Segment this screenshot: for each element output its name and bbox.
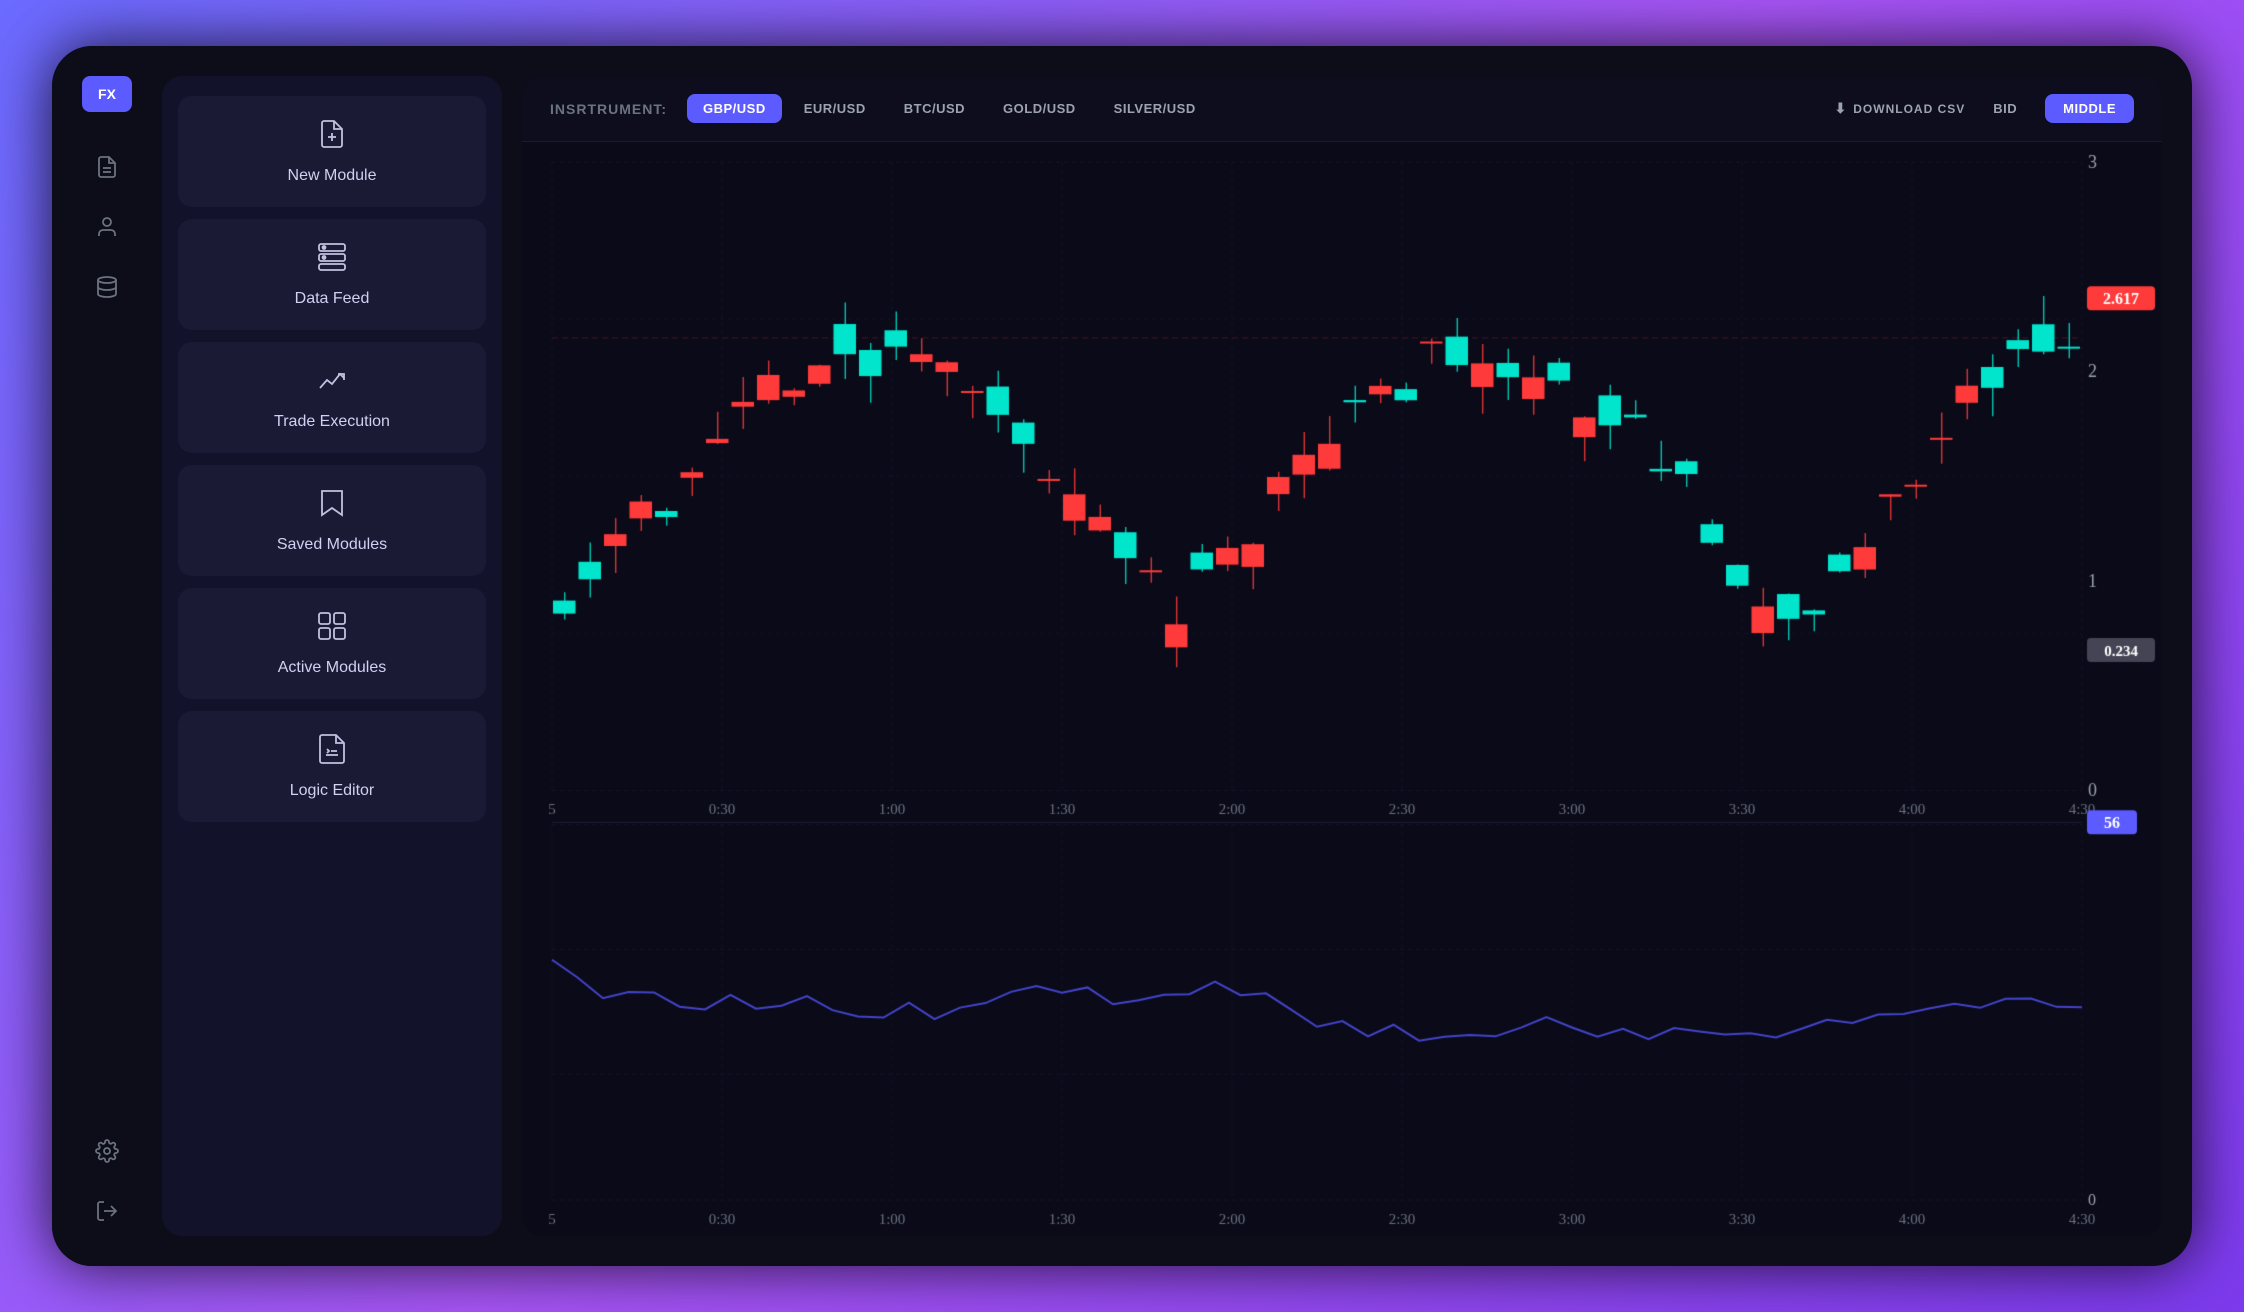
header-right: ⬇ DOWNLOAD CSV BID MIDDLE [1835,94,2134,123]
main-content: INSRTRUMENT: GBP/USD EUR/USD BTC/USD GOL… [522,76,2162,1236]
menu-item-data-feed[interactable]: Data Feed [178,219,486,330]
menu-item-new-module[interactable]: New Module [178,96,486,207]
active-modules-icon [316,610,348,649]
instrument-tabs: GBP/USD EUR/USD BTC/USD GOLD/USD SILVER/… [687,94,1815,123]
data-feed-label: Data Feed [295,290,370,308]
left-menu-panel: New Module Data Feed [162,76,502,1236]
middle-button[interactable]: MIDDLE [2045,94,2134,123]
download-csv-button[interactable]: ⬇ DOWNLOAD CSV [1835,100,1966,117]
bid-button[interactable]: BID [1977,94,2033,123]
active-modules-label: Active Modules [278,659,387,677]
instrument-bar: INSRTRUMENT: GBP/USD EUR/USD BTC/USD GOL… [522,76,2162,142]
data-feed-icon [316,241,348,280]
menu-item-logic-editor[interactable]: Logic Editor [178,711,486,822]
logic-editor-icon [316,733,348,772]
tab-eur-usd[interactable]: EUR/USD [788,94,882,123]
trade-execution-label: Trade Execution [274,413,390,431]
tab-gbp-usd[interactable]: GBP/USD [687,94,782,123]
instrument-label: INSRTRUMENT: [550,101,667,117]
new-module-icon [316,118,348,157]
saved-modules-label: Saved Modules [277,536,387,554]
tab-silver-usd[interactable]: SILVER/USD [1098,94,1212,123]
menu-item-active-modules[interactable]: Active Modules [178,588,486,699]
logic-editor-label: Logic Editor [290,782,375,800]
menu-item-saved-modules[interactable]: Saved Modules [178,465,486,576]
chart-area [522,142,2162,1236]
sidebar-icons: FX [52,46,162,1266]
saved-modules-icon [316,487,348,526]
sidebar-item-user[interactable] [82,202,132,252]
menu-item-trade-execution[interactable]: Trade Execution [178,342,486,453]
sidebar-item-document[interactable] [82,142,132,192]
tab-btc-usd[interactable]: BTC/USD [888,94,981,123]
sidebar-item-exit[interactable] [82,1186,132,1236]
sidebar-item-settings[interactable] [82,1126,132,1176]
download-icon: ⬇ [1835,100,1848,117]
app-logo: FX [82,76,132,112]
tab-gold-usd[interactable]: GOLD/USD [987,94,1092,123]
sidebar-item-layers[interactable] [82,262,132,312]
main-chart-canvas [522,142,2162,1236]
new-module-label: New Module [288,167,377,185]
download-csv-label: DOWNLOAD CSV [1853,102,1965,116]
trade-execution-icon [316,364,348,403]
